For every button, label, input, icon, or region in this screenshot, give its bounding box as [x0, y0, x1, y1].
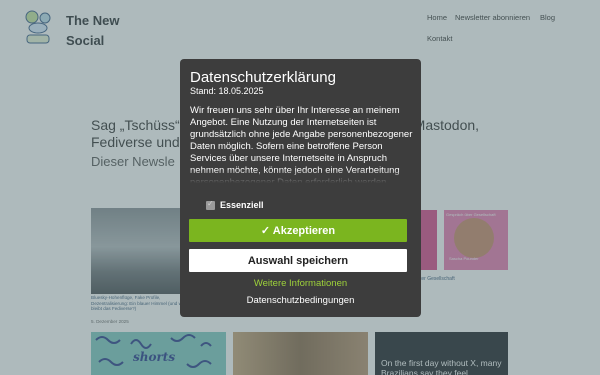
save-selection-button[interactable]: Auswahl speichern — [189, 249, 407, 272]
dialog-date: Stand: 18.05.2025 — [190, 86, 264, 96]
cookie-consent-dialog: Datenschutzerklärung Stand: 18.05.2025 W… — [180, 59, 421, 317]
essential-label: Essenziell — [220, 200, 264, 210]
essential-checkbox-row[interactable]: Essenziell — [206, 199, 264, 211]
privacy-policy-link[interactable]: Datenschutzbedingungen — [180, 295, 421, 306]
dialog-body-text[interactable]: Wir freuen uns sehr über Ihr Interesse a… — [190, 105, 415, 183]
dialog-title: Datenschutzerklärung — [190, 69, 336, 86]
more-info-link[interactable]: Weitere Informationen — [180, 278, 421, 289]
essential-checkbox[interactable] — [206, 199, 215, 210]
accept-button[interactable]: ✓ Akzeptieren — [189, 219, 407, 242]
